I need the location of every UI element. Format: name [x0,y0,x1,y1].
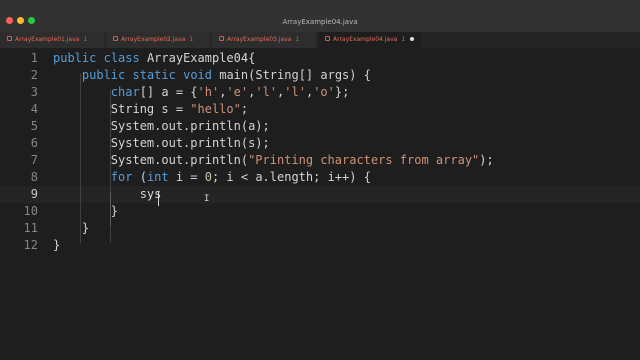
code-line[interactable]: 3 char[] a = {'h','e','l','l','o'}; [0,84,640,101]
line-number: 4 [30,102,38,116]
tab-arrayexample01[interactable]: ArrayExample01.java 1 [0,32,105,48]
code-line[interactable]: 6 System.out.println(s); [0,135,640,152]
line-code: String s = "hello"; [53,102,249,116]
line-code: } [53,238,61,252]
indent-guide [80,73,81,243]
tab-arrayexample04[interactable]: ArrayExample04.java 1 [318,32,423,48]
java-file-icon [325,36,330,41]
tab-arrayexample02[interactable]: ArrayExample02.java 1 [106,32,211,48]
tab-label: ArrayExample01.java [15,36,80,43]
code-line[interactable]: 1 public class ArrayExample04{ [0,50,640,67]
line-code: System.out.println(a); [53,119,270,133]
mouse-ibeam-icon: I [204,194,210,204]
tab-label: ArrayExample04.java [333,36,398,43]
problem-count-badge: 1 [83,36,88,43]
tab-label: ArrayExample02.java [121,36,186,43]
line-code: } [53,221,90,235]
line-code: public static void main(String[] args) { [81,68,371,82]
line-number: 8 [30,170,38,184]
code-line[interactable]: 12} [0,237,640,254]
line-number: 3 [30,85,38,99]
problem-count-badge: 1 [401,36,406,43]
line-code: } [53,204,119,218]
code-line[interactable]: 4 String s = "hello"; [0,101,640,118]
line-code: char[] a = {'h','e','l','l','o'}; [110,85,350,99]
code-line[interactable]: 10 } [0,203,640,220]
code-line[interactable]: 5 System.out.println(a); [0,118,640,135]
line-number: 12 [23,238,38,252]
code-editor[interactable]: 1 public class ArrayExample04{ 2 public st… [0,48,640,360]
problem-count-badge: 1 [295,36,300,43]
line-number: 1 [30,51,38,65]
window-title: ArrayExample04.java [282,18,358,26]
text-cursor [158,192,159,206]
line-code: sys [53,187,162,201]
unsaved-dot-icon[interactable] [410,36,415,41]
tab-arrayexample03[interactable]: ArrayExample03.java 1 [212,32,317,48]
line-number: 11 [23,221,38,235]
tab-label: ArrayExample03.java [227,36,292,43]
java-file-icon [7,36,12,41]
line-code: System.out.println(s); [53,136,270,150]
code-line[interactable]: 8 for (int i = 0; i < a.length; i++) { [0,169,640,186]
code-line[interactable]: 2 public static void main(String[] args)… [0,67,640,84]
line-number: 10 [23,204,38,218]
java-file-icon [219,36,224,41]
line-number: 2 [30,68,38,82]
tab-bar: ArrayExample01.java 1 ArrayExample02.java… [0,32,640,49]
editor-window: ArrayExample04.java ArrayExample01.java 1… [0,0,640,360]
line-code: public class ArrayExample04{ [53,51,256,65]
code-line[interactable]: 7 System.out.println("Printing character… [0,152,640,169]
line-number: 7 [30,153,38,167]
line-number: 6 [30,136,38,150]
java-file-icon [113,36,118,41]
active-indent-guide [110,192,111,226]
title-bar: ArrayExample04.java [0,0,640,32]
line-code: for (int i = 0; i < a.length; i++) { [110,170,371,184]
problem-count-badge: 1 [189,36,194,43]
line-number: 5 [30,119,38,133]
code-line[interactable]: 9 sys [0,186,640,203]
line-code: System.out.println("Printing characters … [53,153,494,167]
code-line[interactable]: 11 } [0,220,640,237]
line-number: 9 [30,187,38,201]
